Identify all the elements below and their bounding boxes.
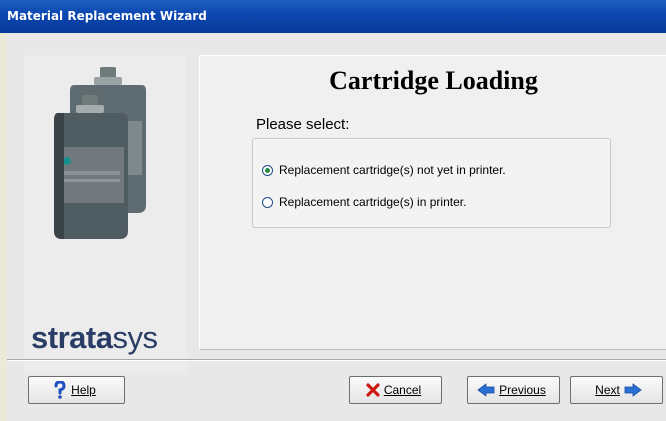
help-button[interactable]: Help: [28, 376, 125, 404]
cancel-button-label: Cancel: [383, 383, 422, 397]
selection-prompt: Please select:: [256, 116, 350, 133]
radio-label-not-in-printer[interactable]: Replacement cartridge(s) not yet in prin…: [279, 163, 506, 177]
product-side-panel: stratasys: [24, 55, 187, 373]
radio-button-selected[interactable]: [262, 164, 273, 176]
window-title: Material Replacement Wizard: [7, 9, 207, 23]
radio-option-not-in-printer[interactable]: Replacement cartridge(s) not yet in prin…: [262, 161, 506, 179]
wizard-window: stratasys Cartridge Loading Please selec…: [7, 33, 666, 421]
help-button-label: Help: [71, 383, 96, 397]
window-title-bar[interactable]: Material Replacement Wizard: [0, 0, 666, 33]
red-x-icon: [366, 383, 380, 397]
previous-button[interactable]: Previous: [467, 376, 560, 404]
next-button-label: Next: [595, 383, 620, 397]
next-button[interactable]: Next: [570, 376, 663, 404]
cancel-button[interactable]: Cancel: [349, 376, 442, 404]
button-bar-separator: [7, 359, 666, 361]
cartridge-bottles-image: [54, 67, 146, 239]
radio-label-in-printer[interactable]: Replacement cartridge(s) in printer.: [279, 195, 466, 209]
stratasys-logo: stratasys: [31, 320, 158, 356]
previous-button-label: Previous: [499, 383, 546, 397]
right-arrow-icon: [624, 383, 642, 397]
option-group-box: Replacement cartridge(s) not yet in prin…: [252, 138, 611, 228]
question-mark-icon: [53, 381, 67, 399]
logo-text-light: sys: [112, 320, 158, 355]
page-title: Cartridge Loading: [329, 66, 538, 95]
wizard-content-panel: Cartridge Loading Please select: Replace…: [199, 55, 666, 350]
logo-text-bold: strata: [31, 320, 113, 355]
radio-button-unselected[interactable]: [262, 196, 273, 208]
left-arrow-icon: [477, 383, 495, 397]
radio-option-in-printer[interactable]: Replacement cartridge(s) in printer.: [262, 193, 466, 211]
